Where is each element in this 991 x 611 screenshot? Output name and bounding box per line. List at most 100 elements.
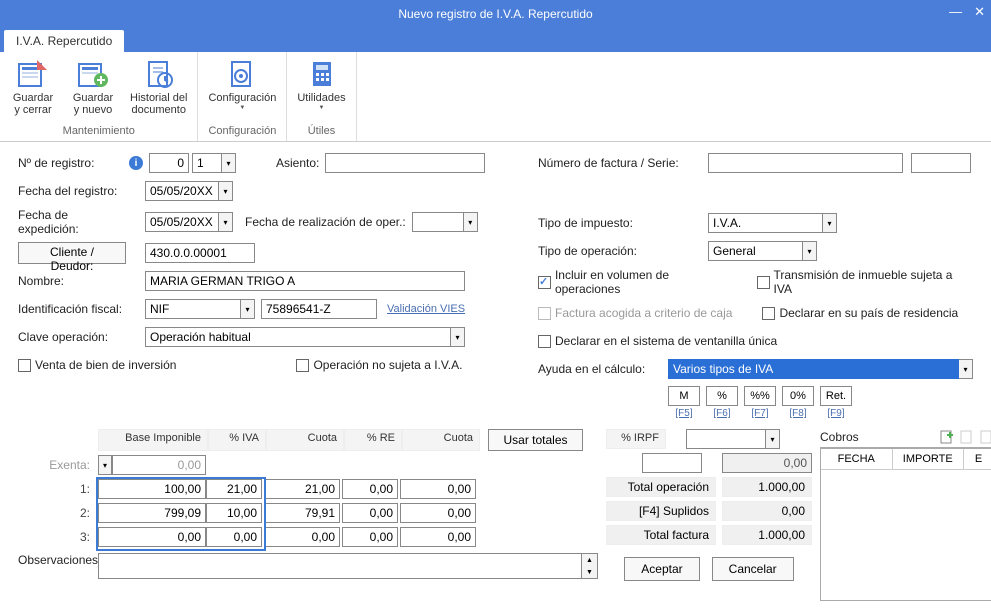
exenta-dropdown[interactable]: ▾ [98, 455, 112, 475]
obs-scroll-up[interactable]: ▲ [582, 554, 597, 566]
nregistro-label: Nº de registro: [18, 156, 123, 170]
row1-cuota1[interactable] [264, 479, 340, 499]
ribbon: Guardar y cerrar Guardar y nuevo Histori… [0, 52, 991, 142]
tab-iva-repercutido[interactable]: I.V.A. Repercutido [4, 30, 124, 52]
nregistro-input[interactable] [149, 153, 189, 173]
ayuda-calc-select[interactable]: Varios tipos de IVA [668, 359, 959, 379]
op-no-sujeta-checkbox[interactable]: Operación no sujeta a I.V.A. [296, 358, 462, 372]
minimize-button[interactable]: — [949, 4, 962, 19]
tipo-operacion-label: Tipo de operación: [538, 244, 708, 258]
id-fiscal-label: Identificación fiscal: [18, 302, 123, 316]
tipo-impuesto-dropdown[interactable]: ▾ [823, 213, 837, 233]
helper-m-button[interactable]: M [668, 386, 700, 406]
edit-icon[interactable] [959, 429, 975, 445]
history-icon [143, 58, 175, 90]
nregistro-serie-input[interactable] [192, 153, 222, 173]
fecha-op-input[interactable] [412, 212, 464, 232]
ribbon-group-mantenimiento: Mantenimiento [63, 123, 135, 139]
factura-criterio-checkbox: Factura acogida a criterio de caja [538, 306, 732, 320]
declarar-ventanilla-checkbox[interactable]: Declarar en el sistema de ventanilla úni… [538, 334, 777, 348]
asiento-input[interactable] [325, 153, 485, 173]
row3-iva[interactable] [206, 527, 262, 547]
delete-icon[interactable] [979, 429, 991, 445]
row2-base[interactable] [98, 503, 206, 523]
serie-input[interactable] [911, 153, 971, 173]
fecha-reg-input[interactable] [145, 181, 219, 201]
incluir-volumen-checkbox[interactable]: Incluir en volumen de operaciones [538, 268, 737, 296]
nombre-label: Nombre: [18, 274, 123, 288]
transmision-inmueble-checkbox[interactable]: Transmisión de inmueble sujeta a IVA [757, 268, 973, 296]
clave-op-dropdown[interactable]: ▾ [451, 327, 465, 347]
row1-base[interactable] [98, 479, 206, 499]
irpf-pct-input[interactable] [642, 453, 702, 473]
helper-key-f5: [F5] [668, 408, 700, 419]
cobros-col-importe: IMPORTE [893, 449, 965, 470]
nombre-input[interactable] [145, 271, 465, 291]
doc-history-button[interactable]: Historial del documento [128, 56, 189, 123]
save-close-icon [17, 58, 49, 90]
helper-pctpct-button[interactable]: %% [744, 386, 776, 406]
row2-iva[interactable] [206, 503, 262, 523]
save-close-button[interactable]: Guardar y cerrar [8, 56, 58, 123]
save-new-button[interactable]: Guardar y nuevo [68, 56, 118, 123]
utilities-button[interactable]: Utilidades ▼ [295, 56, 347, 123]
helper-0pct-button[interactable]: 0% [782, 386, 814, 406]
total-op-label: Total operación [606, 477, 716, 497]
validacion-vies-link[interactable]: Validación VIES [387, 303, 465, 315]
row3-base[interactable] [98, 527, 206, 547]
clave-op-select[interactable] [145, 327, 451, 347]
row1-re[interactable] [342, 479, 398, 499]
cliente-deudor-button[interactable]: Cliente / Deudor: [18, 242, 126, 264]
exenta-input[interactable] [112, 455, 206, 475]
cobros-title: Cobros [820, 430, 935, 444]
cobros-table: FECHA IMPORTE E [820, 447, 991, 601]
cliente-input[interactable] [145, 243, 255, 263]
col-cuota2: Cuota [402, 429, 480, 451]
id-fiscal-value-input[interactable] [261, 299, 377, 319]
row1-iva[interactable] [206, 479, 262, 499]
row2-cuota2[interactable] [400, 503, 476, 523]
id-fiscal-type-select[interactable] [145, 299, 241, 319]
row3-cuota2[interactable] [400, 527, 476, 547]
col-re: % RE [344, 429, 402, 451]
venta-inversion-checkbox[interactable]: Venta de bien de inversión [18, 358, 176, 372]
num-factura-input[interactable] [708, 153, 903, 173]
fecha-op-dropdown[interactable]: ▾ [464, 212, 478, 232]
tipo-operacion-dropdown[interactable]: ▾ [803, 241, 817, 261]
fecha-exp-dropdown[interactable]: ▾ [219, 212, 233, 232]
num-factura-label: Número de factura / Serie: [538, 156, 708, 170]
close-button[interactable]: ✕ [974, 4, 985, 20]
usar-totales-button[interactable]: Usar totales [488, 429, 583, 451]
row3-label: 3: [18, 530, 98, 544]
irpf-type-select[interactable] [686, 429, 766, 449]
row3-re[interactable] [342, 527, 398, 547]
fecha-reg-dropdown[interactable]: ▾ [219, 181, 233, 201]
dropdown-arrow-icon: ▼ [239, 105, 245, 111]
id-fiscal-type-dropdown[interactable]: ▾ [241, 299, 255, 319]
row3-cuota1[interactable] [264, 527, 340, 547]
config-button[interactable]: Configuración ▼ [206, 56, 278, 123]
col-irpf: % IRPF [606, 429, 666, 449]
cancel-button[interactable]: Cancelar [712, 557, 794, 581]
row1-cuota2[interactable] [400, 479, 476, 499]
row2-re[interactable] [342, 503, 398, 523]
ayuda-calc-dropdown[interactable]: ▾ [959, 359, 973, 379]
add-icon[interactable] [939, 429, 955, 445]
obs-scroll-down[interactable]: ▼ [582, 566, 597, 578]
obs-textarea[interactable] [98, 553, 582, 579]
tipo-operacion-select[interactable] [708, 241, 803, 261]
helper-pct-button[interactable]: % [706, 386, 738, 406]
declarar-pais-checkbox[interactable]: Declarar en su país de residencia [762, 306, 958, 320]
exenta-label: Exenta: [18, 458, 98, 472]
tipo-impuesto-select[interactable] [708, 213, 823, 233]
info-icon[interactable]: i [129, 156, 143, 170]
col-base: Base Imponible [98, 429, 208, 451]
suplidos-label: [F4] Suplidos [606, 501, 716, 521]
nregistro-serie-dropdown[interactable]: ▾ [222, 153, 236, 173]
config-icon [226, 58, 258, 90]
fecha-exp-input[interactable] [145, 212, 219, 232]
helper-ret-button[interactable]: Ret. [820, 386, 852, 406]
accept-button[interactable]: Aceptar [624, 557, 699, 581]
irpf-type-dropdown[interactable]: ▾ [766, 429, 780, 449]
row2-cuota1[interactable] [264, 503, 340, 523]
